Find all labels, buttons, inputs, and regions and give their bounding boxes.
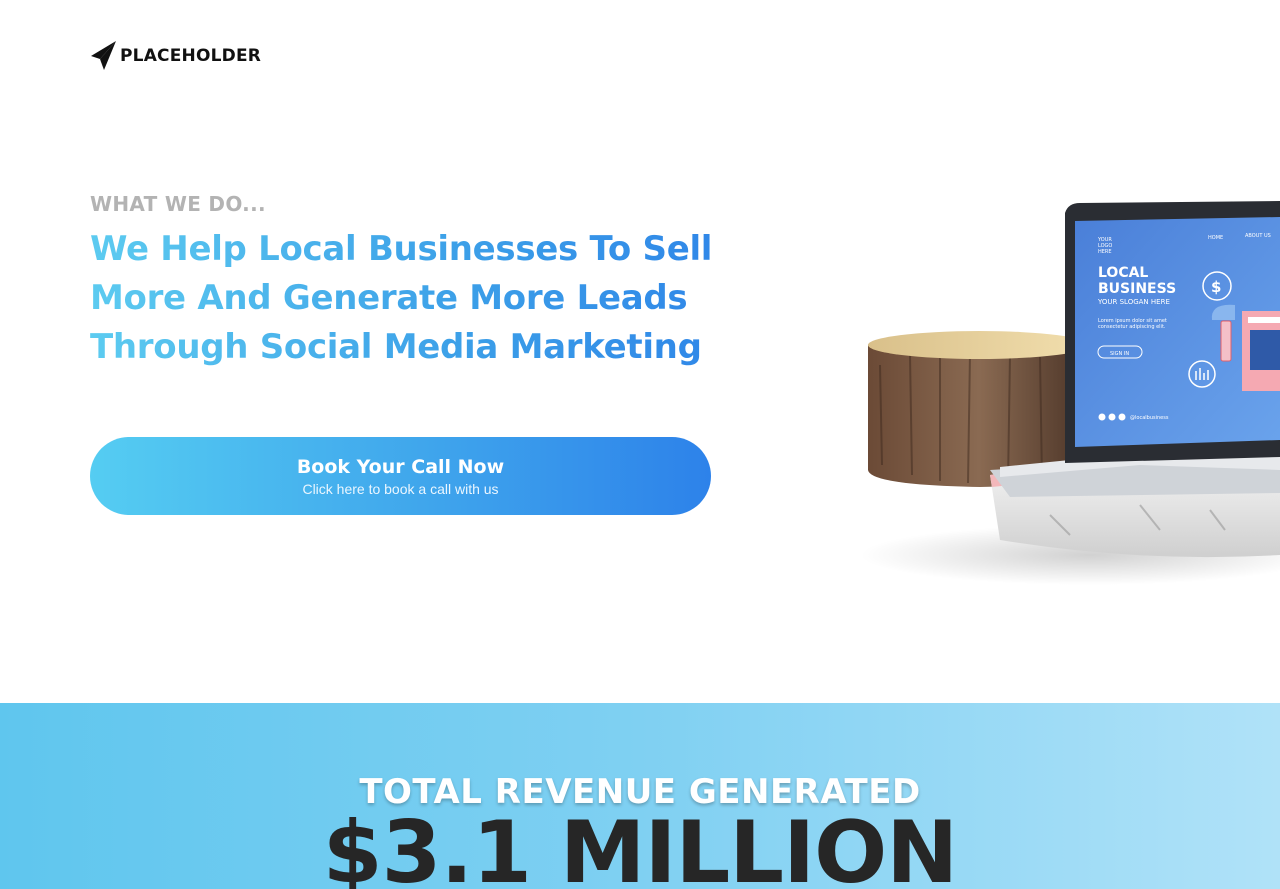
revenue-banner: TOTAL REVENUE GENERATED $3.1 MILLION: [0, 703, 1280, 889]
hero-laptop-illustration: YOUR LOGO HERE HOME ABOUT US LOCAL BUSIN…: [840, 185, 1280, 585]
mockup-nav-home: HOME: [1208, 235, 1223, 241]
mockup-logo-text-3: HERE: [1098, 249, 1112, 255]
mockup-handle: @localbusiness: [1130, 415, 1169, 421]
book-call-button[interactable]: Book Your Call Now Click here to book a …: [90, 437, 711, 515]
book-call-subtitle: Click here to book a call with us: [302, 481, 499, 497]
mockup-nav-about: ABOUT US: [1245, 233, 1271, 239]
hero-headline: We Help Local Businesses To Sell More An…: [90, 225, 730, 372]
laptop-podium-graphic: YOUR LOGO HERE HOME ABOUT US LOCAL BUSIN…: [860, 201, 1280, 585]
mockup-slogan: YOUR SLOGAN HERE: [1097, 298, 1170, 306]
mockup-signin: SIGN IN: [1110, 351, 1129, 357]
revenue-value: $3.1 MILLION: [322, 803, 958, 889]
svg-text:$: $: [1211, 278, 1221, 296]
book-call-title: Book Your Call Now: [296, 456, 505, 478]
mockup-title-2: BUSINESS: [1098, 281, 1176, 297]
mockup-body-2: consectetur adipiscing elit.: [1098, 324, 1166, 330]
paper-plane-icon: [91, 41, 116, 70]
brand-logo[interactable]: PLACEHOLDER: [90, 40, 261, 72]
mockup-title-1: LOCAL: [1098, 265, 1148, 281]
brand-name: PLACEHOLDER: [120, 46, 262, 66]
section-eyebrow: WHAT WE DO...: [90, 192, 266, 216]
